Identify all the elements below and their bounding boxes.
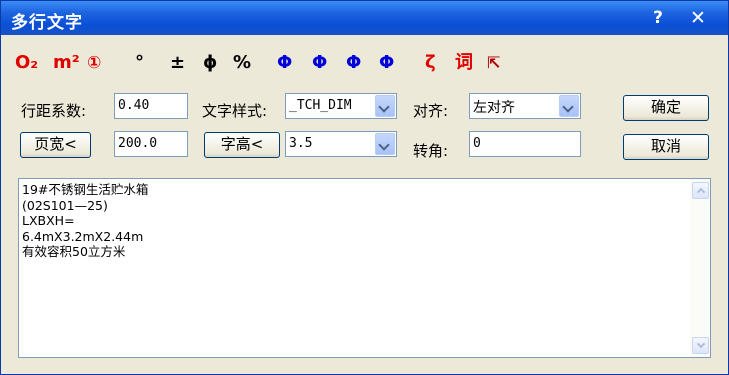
- ok-button[interactable]: 确定: [623, 95, 709, 121]
- cancel-button[interactable]: 取消: [623, 134, 709, 160]
- line-spacing-label: 行距系数:: [21, 102, 87, 120]
- oxygen-subscript-button[interactable]: O₂: [15, 49, 38, 77]
- percent-button[interactable]: %: [233, 49, 251, 77]
- text-style-value: _TCH_DIM: [289, 98, 352, 113]
- line-spacing-input[interactable]: 0.40: [114, 93, 188, 119]
- vertical-scrollbar[interactable]: [690, 179, 710, 357]
- char-height-value: 3.5: [289, 136, 313, 151]
- title-bar[interactable]: 多行文字 ? ✕: [1, 1, 728, 35]
- chevron-down-icon[interactable]: [375, 95, 395, 117]
- special-char-button[interactable]: ζ: [425, 49, 436, 77]
- pick-text-icon[interactable]: ⇱: [487, 49, 500, 77]
- square-meter-button[interactable]: m²: [53, 49, 80, 77]
- chevron-down-icon[interactable]: [375, 133, 395, 155]
- scroll-up-icon[interactable]: [692, 182, 709, 199]
- rotation-label: 转角:: [413, 142, 449, 160]
- degree-button[interactable]: °: [135, 49, 144, 77]
- vocabulary-button[interactable]: 词: [455, 49, 473, 77]
- text-line: LXBXH=: [22, 213, 75, 228]
- steel-grade-2-button[interactable]: Φ: [312, 49, 327, 77]
- steel-grade-3-button[interactable]: Φ: [346, 49, 361, 77]
- page-width-input[interactable]: 200.0: [114, 131, 188, 157]
- text-line: 6.4mX3.2mX2.44m: [22, 228, 144, 244]
- diameter-button[interactable]: ϕ: [203, 49, 217, 77]
- rotation-input[interactable]: 0: [469, 131, 581, 157]
- text-line: (02S101—25): [22, 197, 108, 213]
- char-height-select[interactable]: 3.5: [285, 131, 397, 157]
- text-content: 19#不锈钢生活贮水箱 (02S101—25) LXBXH= 6.4mX3.2mX2.…: [22, 182, 148, 260]
- char-height-button[interactable]: 字高<: [204, 132, 280, 158]
- scroll-down-icon[interactable]: [692, 337, 709, 354]
- align-select[interactable]: 左对齐: [469, 93, 581, 119]
- text-edit-area[interactable]: 19#不锈钢生活贮水箱 (02S101—25) LXBXH= 6.4mX3.2mX2.…: [18, 178, 711, 358]
- text-style-select[interactable]: _TCH_DIM: [285, 93, 397, 119]
- circled-number-button[interactable]: ①: [87, 49, 101, 77]
- align-label: 对齐:: [413, 102, 449, 120]
- align-value: 左对齐: [473, 100, 515, 116]
- close-button[interactable]: ✕: [687, 7, 709, 29]
- multiline-text-dialog: 多行文字 ? ✕ O₂ m² ① ° ± ϕ % Φ Φ Φ Φ ζ 词 ⇱ 行…: [0, 0, 729, 375]
- steel-grade-4-button[interactable]: Φ: [379, 49, 394, 77]
- text-style-label: 文字样式:: [202, 102, 268, 120]
- help-button[interactable]: ?: [647, 7, 669, 29]
- chevron-down-icon[interactable]: [559, 95, 579, 117]
- text-line: 有效容积50立方米: [22, 244, 126, 259]
- dialog-title: 多行文字: [11, 13, 83, 33]
- steel-grade-1-button[interactable]: Φ: [277, 49, 292, 77]
- page-width-button[interactable]: 页宽<: [20, 132, 91, 158]
- plus-minus-button[interactable]: ±: [170, 49, 185, 77]
- text-line: 19#不锈钢生活贮水箱: [22, 182, 149, 197]
